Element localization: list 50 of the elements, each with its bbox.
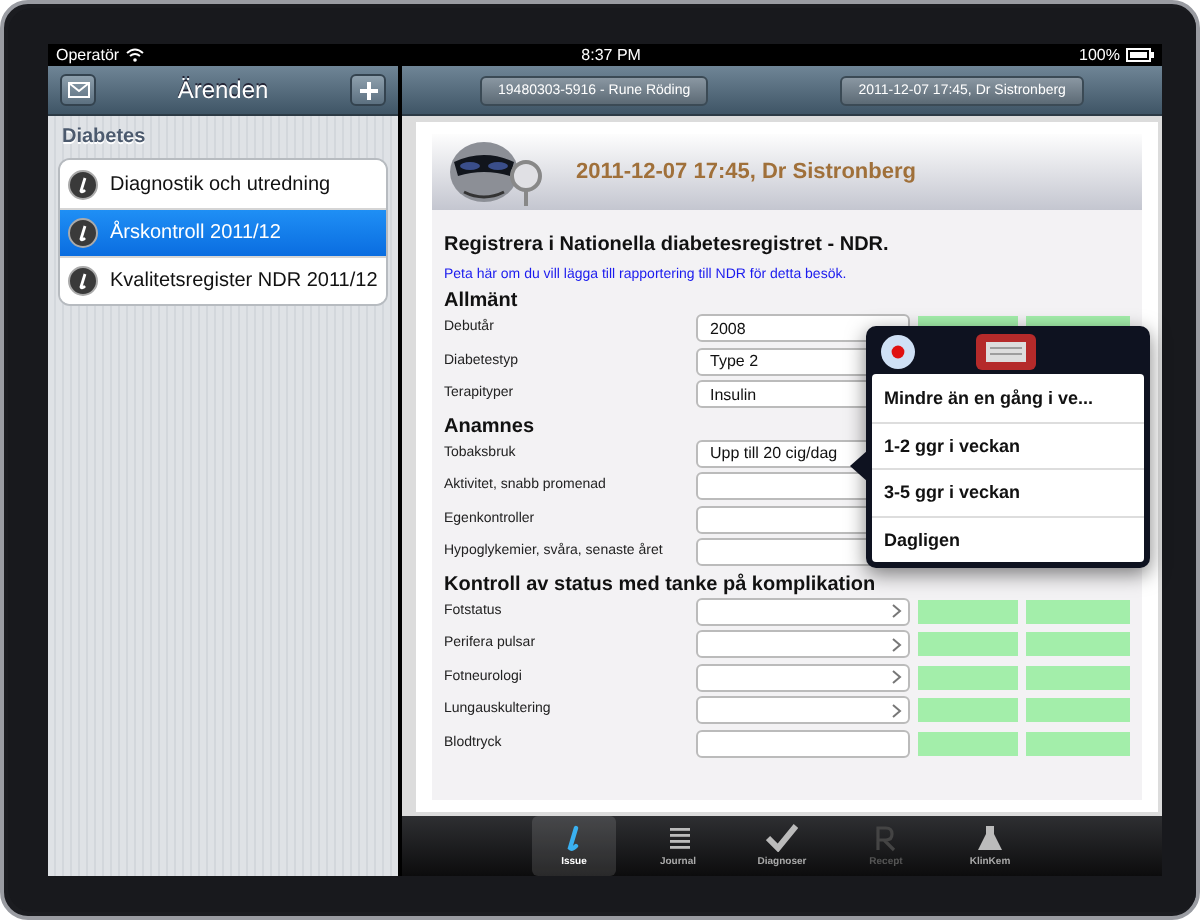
status-cell — [1026, 698, 1130, 723]
prescription-icon — [874, 824, 898, 852]
status-cell — [1026, 731, 1130, 756]
robot-doctor-drawing — [444, 136, 548, 208]
chevron-icon — [892, 604, 902, 619]
status-cell — [918, 632, 1018, 657]
keyboard-icon[interactable] — [976, 334, 1036, 370]
info-icon — [68, 218, 98, 248]
document-header: 2011-12-07 17:45, Dr Sistronberg — [576, 160, 916, 184]
carrier-name: Operatör — [56, 46, 120, 64]
input-field[interactable] — [696, 630, 910, 659]
chevron-icon — [892, 670, 902, 685]
plus-icon — [359, 81, 377, 99]
status-cell — [918, 698, 1018, 723]
mail-button[interactable] — [60, 74, 96, 106]
flask-icon — [976, 824, 1004, 852]
section-header: Diabetes — [60, 124, 148, 152]
battery-icon — [1126, 48, 1154, 62]
status-cell — [1026, 665, 1130, 690]
section-title: Kontroll av status med tanke på komplikation — [444, 573, 878, 595]
envelope-icon — [67, 82, 89, 98]
status-cell — [918, 731, 1018, 756]
battery-percent: 100% — [1079, 46, 1120, 64]
list-icon — [664, 824, 692, 852]
case-list-item[interactable]: Årskontroll 2011/12 — [60, 208, 386, 256]
status-cell — [918, 599, 1018, 624]
status-cell — [918, 665, 1018, 690]
checkmark-icon — [766, 824, 798, 852]
input-field[interactable] — [696, 729, 910, 758]
info-icon — [68, 169, 98, 199]
add-button[interactable] — [350, 74, 386, 106]
popover-option[interactable]: 3-5 ggr i veckan — [872, 468, 1144, 515]
chevron-icon — [892, 703, 902, 718]
chevron-icon — [892, 637, 902, 652]
status-cell — [1026, 632, 1130, 657]
input-field[interactable] — [696, 696, 910, 725]
sidebar-title: Ärenden — [175, 76, 271, 104]
info-icon — [68, 266, 98, 296]
record-disc-icon[interactable] — [880, 334, 916, 370]
wifi-icon — [125, 48, 144, 62]
clock-time: 8:37 PM — [581, 46, 641, 64]
section-title: Anamnes — [444, 415, 537, 437]
form-title: Registrera i Nationella diabetesregistret - NDR. — [444, 234, 891, 256]
status-cell — [1026, 599, 1130, 624]
case-list-item[interactable]: Kvalitetsregister NDR 2011/12 — [60, 256, 386, 304]
popover-option[interactable]: Dagligen — [872, 515, 1144, 562]
popover-option[interactable]: 1-2 ggr i veckan — [872, 421, 1144, 468]
section-title: Allmänt — [444, 290, 520, 312]
input-field[interactable] — [696, 663, 910, 692]
input-field[interactable] — [696, 597, 910, 626]
